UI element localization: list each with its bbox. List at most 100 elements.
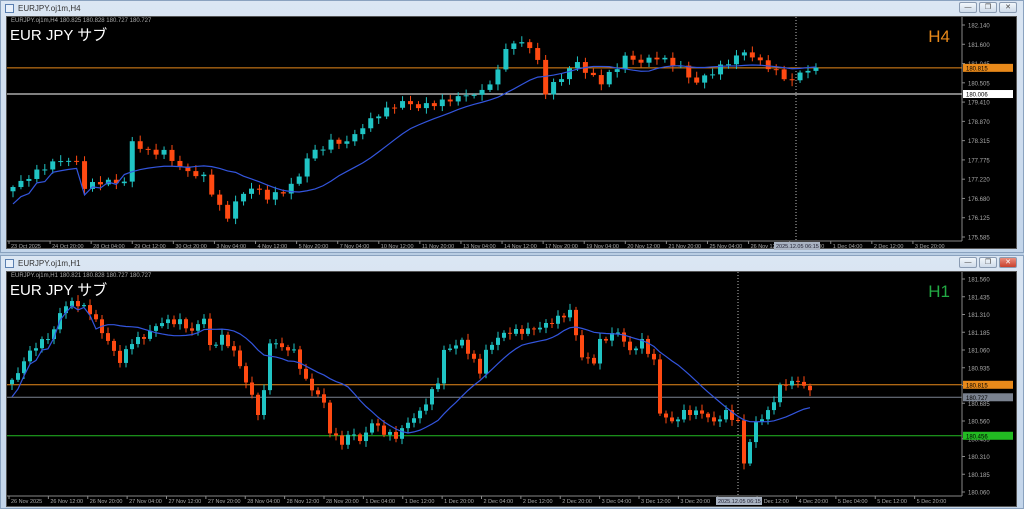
time-tick-label: 28 Nov 12:00 <box>287 499 320 505</box>
time-tick-label: 27 Nov 12:00 <box>169 499 202 505</box>
chart-window-h1: EURJPY.oj1m,H1 — ❐ ✕ 181.560 181.435 181.3… <box>0 255 1024 509</box>
bull-candle <box>496 337 500 345</box>
bull-candle <box>320 149 326 151</box>
price-tick-label: 176.680 <box>968 197 990 203</box>
bear-candle <box>543 59 549 95</box>
bear-candle <box>472 353 476 359</box>
bull-candle <box>430 389 434 405</box>
time-tick-label: 1 Dec 04:00 <box>365 499 395 505</box>
bull-candle <box>312 149 318 159</box>
time-tick-label: 2 Dec 12:00 <box>523 499 553 505</box>
bull-candle <box>196 324 200 331</box>
bear-candle <box>94 314 98 320</box>
bear-candle <box>310 378 314 391</box>
bull-candle <box>616 332 620 334</box>
bull-candle <box>676 419 680 422</box>
time-tick-label: 26 Nov 12:00 <box>50 499 83 505</box>
moving-average-line <box>12 64 816 205</box>
bear-candle <box>592 357 596 364</box>
bear-candle <box>76 301 80 307</box>
bull-candle <box>10 187 16 192</box>
bull-candle <box>598 338 602 364</box>
bear-candle <box>392 107 398 109</box>
minimize-button[interactable]: — <box>959 2 977 13</box>
bear-candle <box>808 385 812 391</box>
chart-canvas[interactable]: 181.560 181.435 181.310 181.185 181.060 180.9… <box>6 271 1017 507</box>
bear-candle <box>142 337 146 339</box>
bear-candle <box>652 353 656 360</box>
time-tick-label: 26 Nov 20:00 <box>90 499 123 505</box>
bull-candle <box>718 419 722 422</box>
bull-candle <box>748 442 752 464</box>
bull-candle <box>741 52 747 56</box>
bear-candle <box>256 188 262 190</box>
bull-candle <box>304 158 310 177</box>
candlestick-plot: 182.140181.600181.045180.505179.410178.8… <box>7 17 1013 250</box>
restore-button[interactable]: ❐ <box>979 2 997 13</box>
bear-candle <box>654 57 660 60</box>
bear-candle <box>712 417 716 422</box>
close-button[interactable]: ✕ <box>999 2 1017 13</box>
bull-candle <box>556 315 560 324</box>
bull-candle <box>160 323 164 327</box>
bear-candle <box>376 423 380 426</box>
price-level-label: 180.727 <box>966 396 988 402</box>
time-tick-label: 10 Nov 12:00 <box>381 244 414 250</box>
bull-candle <box>18 180 24 188</box>
minimize-button[interactable]: — <box>959 257 977 268</box>
bull-candle <box>568 309 572 318</box>
time-tick-label: 27 Nov 20:00 <box>208 499 241 505</box>
bear-candle <box>586 357 590 359</box>
bear-candle <box>789 79 795 81</box>
bear-candle <box>153 149 159 155</box>
bear-candle <box>340 435 344 445</box>
bear-candle <box>408 101 413 105</box>
close-button[interactable]: ✕ <box>999 257 1017 268</box>
bull-candle <box>129 141 135 182</box>
bull-candle <box>797 72 803 81</box>
bull-candle <box>233 201 239 219</box>
time-tick-label: 3 Dec 12:00 <box>641 499 671 505</box>
bear-candle <box>598 75 604 85</box>
time-tick-label: 3 Dec 20:00 <box>915 244 945 250</box>
window-titlebar[interactable]: EURJPY.oj1m,H1 — ❐ ✕ <box>1 256 1023 271</box>
bull-candle <box>710 74 716 76</box>
time-tick-label: 24 Oct 20:00 <box>52 244 84 250</box>
bull-candle <box>471 94 477 96</box>
bear-candle <box>394 431 398 439</box>
bull-candle <box>201 174 207 177</box>
bull-candle <box>454 345 458 349</box>
bull-candle <box>490 344 494 350</box>
bear-candle <box>190 328 194 331</box>
bear-candle <box>688 409 692 415</box>
bull-candle <box>10 379 14 385</box>
bear-candle <box>264 189 270 200</box>
bull-candle <box>352 434 356 436</box>
bull-candle <box>202 318 206 325</box>
bear-candle <box>694 77 700 83</box>
restore-button[interactable]: ❐ <box>979 257 997 268</box>
chart-canvas[interactable]: 182.140181.600181.045180.505179.410178.8… <box>6 16 1017 250</box>
bull-candle <box>544 322 548 328</box>
time-tick-label: 3 Nov 04:00 <box>216 244 246 250</box>
bull-candle <box>484 349 488 374</box>
bear-candle <box>382 425 386 435</box>
symbol-label: EUR JPY サブ <box>10 27 108 44</box>
bear-candle <box>184 319 188 329</box>
bull-candle <box>328 139 334 150</box>
bear-candle <box>208 318 212 346</box>
bull-candle <box>614 69 620 72</box>
bull-candle <box>352 134 358 142</box>
price-tick-label: 180.505 <box>968 81 990 87</box>
bull-candle <box>418 410 422 419</box>
bull-candle <box>423 103 429 109</box>
bear-candle <box>118 350 122 363</box>
bear-candle <box>765 60 771 70</box>
price-tick-label: 181.310 <box>968 313 990 319</box>
bear-candle <box>304 368 308 379</box>
bull-candle <box>344 141 350 144</box>
price-level-label: 180.006 <box>966 93 988 99</box>
window-titlebar[interactable]: EURJPY.oj1m,H4 — ❐ ✕ <box>1 1 1023 16</box>
bull-candle <box>58 161 64 163</box>
bear-candle <box>757 57 763 61</box>
